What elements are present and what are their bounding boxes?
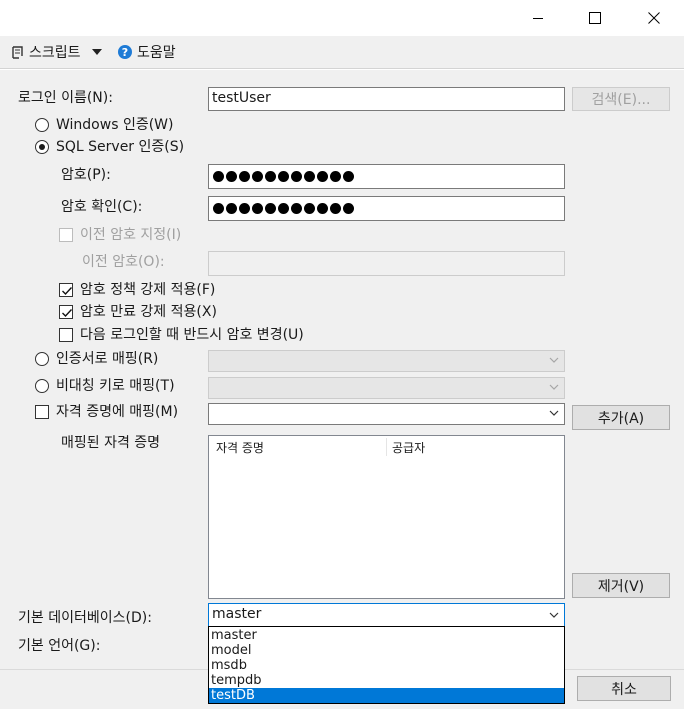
credential-label: 자격 증명에 매핑(M) [56,404,179,420]
windows-auth-radio[interactable] [35,118,49,132]
enforce-policy-label: 암호 정책 강제 적용(F) [80,282,216,298]
chevron-down-icon [549,357,559,363]
password-dot [239,203,250,214]
password-dot [330,203,341,214]
add-credential-button[interactable]: 추가(A) [572,405,670,430]
title-bar [0,0,684,36]
enforce-expiration-label: 암호 만료 강제 적용(X) [80,304,217,320]
old-password-label: 이전 암호(O): [82,254,165,270]
password-dot [226,203,237,214]
windows-auth-label: Windows 인증(W) [56,117,174,133]
password-dot [304,171,315,182]
certificate-label: 인증서로 매핑(R) [56,351,159,367]
column-header-provider[interactable]: 공급자 [392,439,425,456]
toolbar: 스크립트 ? 도움말 [0,36,684,69]
credential-combo[interactable] [208,403,565,425]
login-name-label: 로그인 이름(N): [18,90,113,106]
login-name-input[interactable]: testUser [208,87,565,111]
minimize-icon [533,18,543,19]
password-dot [304,203,315,214]
cancel-button[interactable]: 취소 [577,676,671,701]
checkmark-icon [62,287,73,296]
password-dot [265,171,276,182]
confirm-password-label: 암호 확인(C): [61,199,143,215]
chevron-down-icon [549,410,559,416]
dropdown-option-testdb[interactable]: testDB [209,688,564,703]
password-dot [278,203,289,214]
asymmetric-key-radio[interactable] [35,379,49,393]
dropdown-arrow-icon [91,49,102,55]
minimize-button[interactable] [510,0,566,36]
password-dot [330,171,341,182]
certificate-combo[interactable] [208,350,565,372]
password-dot [291,203,302,214]
enforce-expiration-checkbox[interactable] [59,305,73,319]
checkmark-icon [62,309,73,318]
script-menu-button[interactable]: 스크립트 [10,36,103,68]
list-header: 자격 증명 공급자 [209,436,564,458]
script-label: 스크립트 [29,45,81,61]
password-dot [226,171,237,182]
password-dot [278,171,289,182]
svg-text:?: ? [122,46,128,59]
must-change-password-checkbox[interactable] [59,328,73,342]
close-button[interactable] [626,0,682,36]
script-icon [12,45,23,59]
password-dot [252,171,263,182]
sql-auth-radio[interactable] [35,140,49,154]
dropdown-option-model[interactable]: model [209,643,564,658]
dropdown-option-master[interactable]: master [209,628,564,643]
password-dot [252,203,263,214]
remove-credential-button[interactable]: 제거(V) [572,573,670,598]
default-database-combo[interactable]: master [208,603,565,627]
chevron-down-icon [549,384,559,390]
help-label: 도움말 [137,45,176,61]
certificate-radio[interactable] [35,352,49,366]
must-change-password-label: 다음 로그인할 때 반드시 암호 변경(U) [80,327,304,343]
help-icon: ? [118,45,132,59]
help-button[interactable]: ? 도움말 [117,36,176,68]
password-dot [213,203,224,214]
dropdown-option-tempdb[interactable]: tempdb [209,673,564,688]
password-label: 암호(P): [61,167,111,183]
column-separator[interactable] [386,438,387,456]
maximize-icon [589,12,601,24]
chevron-down-icon [549,612,559,618]
maximize-button[interactable] [567,0,623,36]
password-dot [317,171,328,182]
default-database-label: 기본 데이터베이스(D): [18,610,152,626]
mapped-credentials-list[interactable]: 자격 증명 공급자 [208,435,565,599]
password-dot [343,171,354,182]
asymmetric-key-label: 비대칭 키로 매핑(T) [56,378,175,394]
password-dot [239,171,250,182]
password-input[interactable] [208,164,565,189]
password-dot [291,171,302,182]
dropdown-option-msdb[interactable]: msdb [209,658,564,673]
specify-old-password-checkbox[interactable] [59,228,73,242]
default-database-value: master [212,606,262,622]
enforce-policy-checkbox[interactable] [59,283,73,297]
old-password-input[interactable] [208,251,565,276]
mapped-credentials-label: 매핑된 자격 증명 [61,435,161,451]
specify-old-password-label: 이전 암호 지정(I) [80,227,182,243]
search-button[interactable]: 검색(E)... [572,87,670,111]
confirm-password-input[interactable] [208,196,565,221]
column-header-credential[interactable]: 자격 증명 [216,439,264,456]
password-dot [343,203,354,214]
database-dropdown-list[interactable]: master model msdb tempdb testDB [208,626,565,704]
password-dot [265,203,276,214]
close-icon [648,12,660,24]
asymmetric-key-combo[interactable] [208,377,565,399]
credential-checkbox[interactable] [35,405,49,419]
sql-auth-label: SQL Server 인증(S) [56,139,185,155]
default-language-label: 기본 언어(G): [18,638,101,654]
password-dot [317,203,328,214]
password-dot [213,171,224,182]
